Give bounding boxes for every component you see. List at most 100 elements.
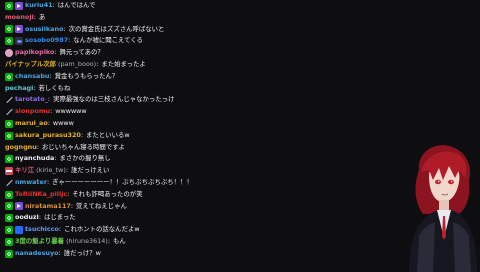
moderator-badge-icon[interactable] bbox=[5, 226, 13, 235]
chat-message: nmwater: ぎゃーーーーーーー！！ぶちぶちぶちぶち！！！ bbox=[5, 177, 340, 189]
moderator-badge-icon[interactable] bbox=[5, 214, 13, 223]
moderator-badge-icon[interactable] bbox=[5, 72, 13, 81]
chat-message-text: また始まったよ bbox=[101, 59, 146, 68]
chat-message: osusiikano: 次の賞金氏はズズさん呼ばないと bbox=[5, 24, 340, 36]
chat-message-text: はんではんで bbox=[57, 1, 96, 9]
moderator-badge-icon[interactable] bbox=[5, 237, 13, 246]
sword-badge-icon[interactable] bbox=[5, 96, 13, 104]
chat-username[interactable]: sionpomu bbox=[15, 106, 50, 118]
chat-username[interactable]: ToRiiNKa_pilljc bbox=[15, 189, 67, 201]
chat-separator: : bbox=[49, 71, 52, 80]
chat-message-text: それも詐喝あったのが笑 bbox=[72, 189, 143, 198]
chat-message-text: 賞金もうもらったん？ bbox=[54, 71, 119, 80]
chat-message: kuriu41: はんではんで bbox=[5, 0, 340, 12]
gift-badge-icon[interactable] bbox=[5, 167, 13, 176]
chat-username-login: (pam_booo) bbox=[58, 59, 97, 68]
moderator-badge-icon[interactable] bbox=[5, 37, 13, 46]
chat-username[interactable]: tsuchicco bbox=[25, 224, 59, 236]
chat-message: sionpomu: wwwwww bbox=[5, 106, 340, 118]
chat-message-text: なんか嘘に聞こえてくる bbox=[73, 36, 143, 45]
chat-username[interactable]: gogngnu bbox=[5, 142, 37, 154]
chat-message-text: またといいるw bbox=[86, 130, 130, 139]
moderator-badge-icon[interactable] bbox=[5, 249, 13, 258]
chat-message-text: 誰だっけ？w bbox=[63, 248, 101, 257]
chat-message-text: おじいちゃん寝る時間ですよ bbox=[41, 142, 125, 151]
moderator-badge-icon[interactable] bbox=[5, 119, 13, 128]
chat-message: papikopiko: 舞元ってあの？ bbox=[5, 47, 340, 59]
chat-separator: : bbox=[50, 107, 53, 116]
chat-message-text: 次の賞金氏はズズさん呼ばないと bbox=[68, 24, 165, 33]
chat-username[interactable]: nyanchuda bbox=[15, 153, 54, 165]
chat-username[interactable]: sakura_purasu320 bbox=[15, 130, 81, 142]
moderator-badge-icon[interactable] bbox=[5, 155, 13, 164]
chat-message: sosobo0987: なんか嘘に聞こえてくる bbox=[5, 35, 340, 47]
subscriber-badge-icon[interactable] bbox=[15, 202, 23, 211]
chat-separator: : bbox=[58, 225, 62, 234]
sword-badge-icon[interactable] bbox=[5, 179, 13, 187]
chat-username[interactable]: pechagi bbox=[5, 83, 33, 95]
chat-message-text: もん bbox=[112, 236, 126, 245]
prime-badge-icon[interactable] bbox=[15, 37, 23, 46]
chat-separator: : bbox=[33, 83, 36, 92]
chat-message: tarotato_: 実際最強なのは三枝さんじゃなかったっけ bbox=[5, 94, 340, 106]
moderator-badge-icon[interactable] bbox=[5, 202, 13, 211]
chat-message: sakura_purasu320: またといいるw bbox=[5, 130, 340, 142]
subscriber-badge-icon[interactable] bbox=[15, 1, 23, 10]
chat-username[interactable]: niratama117 bbox=[25, 201, 71, 213]
chat-username[interactable]: papikopiko bbox=[15, 47, 54, 59]
chat-message: moenoji: あ bbox=[5, 12, 340, 24]
chat-username[interactable]: ooduzi bbox=[15, 212, 39, 224]
chat-separator: : bbox=[54, 154, 57, 163]
chat-message-text: 若しくもね bbox=[38, 83, 71, 92]
chat-username[interactable]: moenoji bbox=[5, 12, 34, 24]
chat-message-text: はじまった bbox=[43, 213, 76, 222]
chat-separator: : bbox=[58, 248, 61, 257]
subscriber-badge-icon[interactable] bbox=[15, 25, 23, 34]
chat-username[interactable]: tarotato_ bbox=[15, 94, 48, 106]
chat-separator: : bbox=[63, 24, 66, 33]
chat-message: pechagi: 若しくもね bbox=[5, 83, 340, 95]
chat-message: marui_ao: wwww bbox=[5, 118, 340, 130]
chat-username-login: (kirie_tw) bbox=[36, 166, 66, 175]
chat-separator: : bbox=[46, 177, 50, 186]
moderator-badge-icon[interactable] bbox=[5, 190, 13, 199]
moderator-badge-icon[interactable] bbox=[5, 1, 13, 10]
chat-message: キリ江 (kirie_tw): 誰だっけえい bbox=[5, 165, 340, 177]
chat-username[interactable]: marui_ao bbox=[15, 118, 48, 130]
streamer-avatar bbox=[409, 145, 477, 272]
chat-message: ToRiiNKa_pilljc: それも詐喝あったのが笑 bbox=[5, 189, 340, 201]
chat-username[interactable]: sosobo0987 bbox=[25, 35, 68, 47]
chat-message: 3度の飯より暴着 (hirune3614): もん bbox=[5, 236, 340, 248]
chat-username[interactable]: osusiikano bbox=[25, 24, 63, 36]
chat-message: ooduzi: はじまった bbox=[5, 212, 340, 224]
chat-separator: : bbox=[80, 130, 84, 139]
chat-message-text: 誰だっけえい bbox=[71, 166, 110, 175]
chat-separator: : bbox=[68, 36, 71, 45]
chat-username[interactable]: kuriu41 bbox=[25, 0, 53, 12]
chat-message: nyanchuda: まさかの握り無し bbox=[5, 153, 340, 165]
chat-message-text: 覚えてねえじゃん bbox=[76, 201, 127, 210]
chat-message-text: 舞元ってあの？ bbox=[59, 48, 104, 57]
chat-username[interactable]: パイナップル次郎 bbox=[5, 59, 56, 71]
chat-panel: kuriu41: はんではんで moenoji: あ osusiikano: 次の賞金氏は… bbox=[0, 0, 340, 272]
chat-username[interactable]: chansabu bbox=[15, 71, 49, 83]
chat-username[interactable]: nmwater bbox=[15, 177, 47, 189]
streamer-badge-icon[interactable] bbox=[15, 226, 23, 235]
pink-badge-icon[interactable] bbox=[5, 49, 13, 58]
chat-separator: : bbox=[33, 12, 36, 21]
chat-message-text: これホントの話なんだよw bbox=[64, 225, 140, 234]
chat-message: gogngnu: おじいちゃん寝る時間ですよ bbox=[5, 142, 340, 154]
chat-username[interactable]: nanadesuyo bbox=[15, 248, 59, 260]
chat-separator: : bbox=[107, 236, 110, 245]
chat-message: パイナップル次郎 (pam_booo): また始まったよ bbox=[5, 59, 340, 71]
chat-separator: : bbox=[96, 59, 99, 68]
chat-separator: : bbox=[70, 201, 74, 210]
sword-badge-icon[interactable] bbox=[5, 108, 13, 116]
moderator-badge-icon[interactable] bbox=[5, 25, 13, 34]
moderator-badge-icon[interactable] bbox=[5, 131, 13, 140]
chat-username[interactable]: キリ江 bbox=[15, 165, 34, 177]
chat-separator: : bbox=[65, 166, 69, 175]
chat-message: nanadesuyo: 誰だっけ？w bbox=[5, 248, 340, 260]
chat-message-text: 実際最強なのは三枝さんじゃなかったっけ bbox=[53, 95, 175, 104]
chat-username[interactable]: 3度の飯より暴着 bbox=[15, 236, 64, 248]
